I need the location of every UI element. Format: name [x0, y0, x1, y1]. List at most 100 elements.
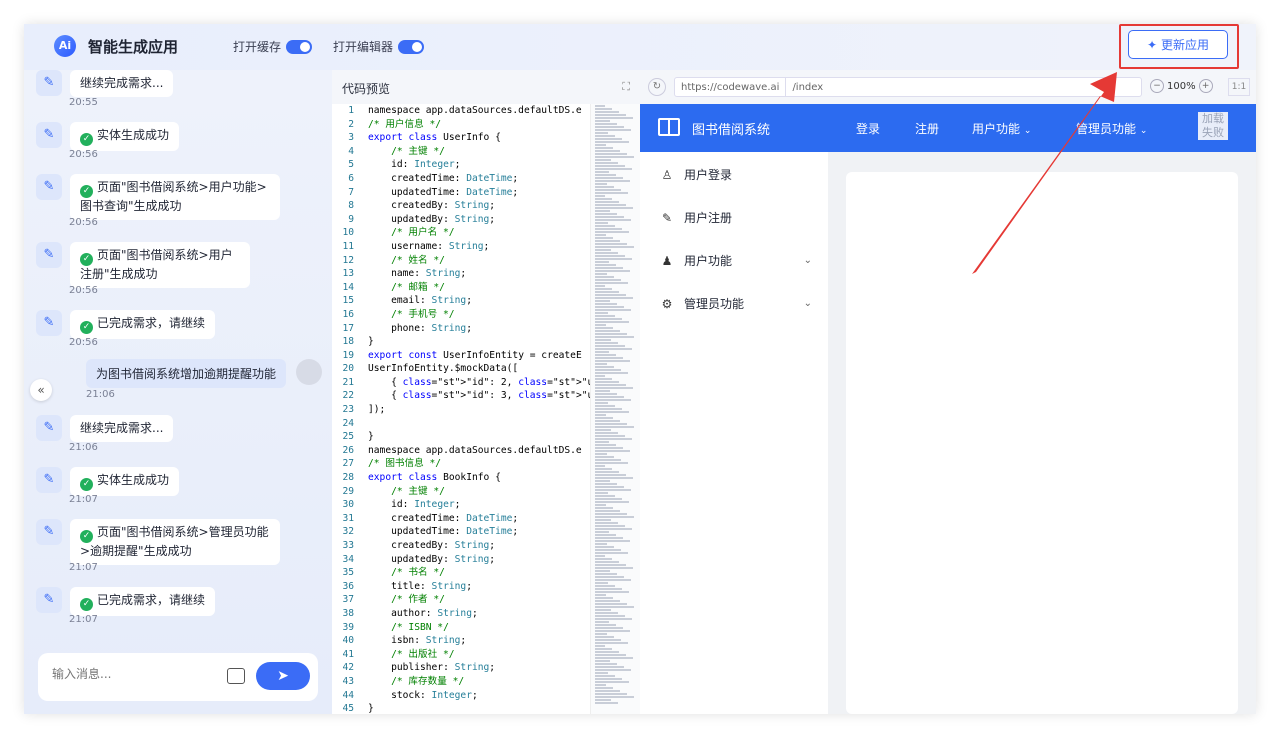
menu-admin-functions[interactable]: ⚙ 管理员功能 ⌄	[660, 295, 812, 312]
minimap-line	[595, 339, 611, 341]
url-input[interactable]: https://codewave.ai /index	[674, 77, 1142, 97]
image-upload-icon[interactable]	[227, 668, 245, 684]
code-editor[interactable]: 1 namespace app.dataSources.defaultDS.e 2/…	[332, 104, 590, 714]
nav-register[interactable]: 注册	[915, 120, 939, 137]
minimap-line	[595, 348, 632, 350]
chat-message: ✎ ✓ 已完成需求，请继续	[36, 587, 216, 616]
minimap-line	[595, 276, 614, 278]
minimap-line	[595, 393, 617, 395]
minimap-line	[595, 258, 632, 260]
minimap-line	[595, 561, 619, 563]
minimap-line	[595, 129, 631, 131]
minimap-line	[595, 450, 630, 452]
minimap-line	[595, 618, 632, 620]
minimap-line	[595, 216, 624, 218]
bot-avatar-icon: ✎	[36, 122, 62, 148]
minimap-line	[595, 120, 610, 122]
minimap-line	[595, 621, 609, 623]
minimap-line	[595, 372, 628, 374]
preview-content-area	[828, 152, 1256, 714]
minimap-line	[595, 360, 630, 362]
chat-message: ✎ 继续完成需求...	[36, 70, 174, 97]
refresh-icon[interactable]: ↻	[648, 78, 666, 96]
user-message-bubble: 为图书借阅系统增加逾期提醒功能	[86, 359, 287, 388]
code-line: 44 stock: Integer;	[342, 689, 478, 701]
menu-user-login[interactable]: ♙ 用户登录	[660, 166, 812, 183]
minimap-line	[595, 327, 613, 329]
ai-logo: Ai	[54, 35, 76, 57]
nav-admin-functions[interactable]: 管理员功能 ⌄	[1076, 120, 1147, 137]
message-input[interactable]	[52, 667, 212, 681]
editor-switch[interactable]	[398, 39, 425, 54]
ratio-button[interactable]: 1:1	[1228, 78, 1250, 96]
url-path: /index	[792, 81, 824, 93]
nav-user-functions[interactable]: 用户功能 ⌄	[972, 120, 1031, 137]
cache-toggle[interactable]: 打开缓存	[233, 38, 313, 55]
minimap-line	[595, 459, 621, 461]
minimap-line	[595, 687, 613, 689]
minimap-line	[595, 363, 607, 365]
minimap-line	[595, 597, 613, 599]
minimap-line	[595, 492, 608, 494]
minimap-line	[595, 699, 611, 701]
code-line: 37 /* 作者 */	[342, 594, 445, 606]
minimap-line	[595, 177, 623, 179]
minimap-line	[595, 513, 627, 515]
expand-icon[interactable]: ⛶	[622, 80, 630, 94]
minimap-line	[595, 465, 605, 467]
minimap-line	[595, 234, 606, 236]
minimap-line	[595, 198, 612, 200]
minimap-line	[595, 501, 629, 503]
minimap-line	[595, 315, 615, 317]
zoom-out-icon[interactable]: −	[1150, 79, 1164, 93]
code-line: 5 id: Integer;	[348, 159, 461, 171]
minimap-line	[595, 603, 627, 605]
menu-user-register[interactable]: ✎ 用户注册	[660, 209, 812, 226]
minimap-line	[595, 219, 631, 221]
minimap-line	[595, 123, 617, 125]
minimap-line	[595, 264, 616, 266]
code-line: 15 email: String;	[342, 295, 472, 307]
minimap-line	[595, 237, 613, 239]
zoom-in-icon[interactable]: +	[1198, 79, 1213, 93]
minimap-line	[595, 174, 616, 176]
minimap-line	[595, 351, 609, 353]
minimap-line	[595, 330, 620, 332]
menu-user-functions[interactable]: ♟ 用户功能 ⌄	[660, 252, 812, 269]
minimap-line	[595, 291, 619, 293]
message-bubble: ✓ 页面"图书借阅系统>用户功能>图书查询"生成成功	[70, 174, 280, 220]
minimap-line	[595, 573, 617, 575]
minimap-line	[595, 417, 613, 419]
minimap-line	[595, 369, 621, 371]
editor-toggle[interactable]: 打开编辑器	[333, 38, 425, 55]
chat-message: ✎ 继续完成需求...	[36, 415, 174, 442]
code-line: 26 namespace app.dataSources.defaultDS.e	[342, 444, 582, 456]
minimap-line	[595, 444, 616, 446]
minimap-line	[595, 162, 618, 164]
minimap-line	[595, 288, 612, 290]
minimap-line	[595, 474, 626, 476]
minimap-line	[595, 480, 610, 482]
code-minimap[interactable]	[590, 104, 640, 714]
minimap-line	[595, 213, 617, 215]
minimap-line	[595, 546, 614, 548]
user-avatar	[296, 359, 322, 385]
minimap-line	[595, 435, 625, 437]
check-icon: ✓	[80, 478, 93, 491]
send-button[interactable]: ➤	[256, 662, 310, 690]
minimap-line	[595, 690, 620, 692]
nav-login[interactable]: 登录	[856, 120, 880, 137]
collapse-icon[interactable]: «	[30, 379, 52, 401]
minimap-line	[595, 204, 626, 206]
minimap-line	[595, 429, 611, 431]
header: Ai 智能生成应用 打开缓存 打开编辑器 ✦ 更新应用	[24, 24, 1256, 70]
code-line: 41 /* 出版社 */	[342, 648, 455, 660]
user-icon: ♙	[661, 167, 673, 182]
minimap-line	[595, 261, 609, 263]
minimap-line	[595, 396, 624, 398]
minimap-line	[595, 147, 613, 149]
message-time: 20:56	[69, 217, 98, 228]
minimap-line	[595, 207, 633, 209]
cache-switch[interactable]	[286, 39, 313, 54]
minimap-line	[595, 615, 625, 617]
